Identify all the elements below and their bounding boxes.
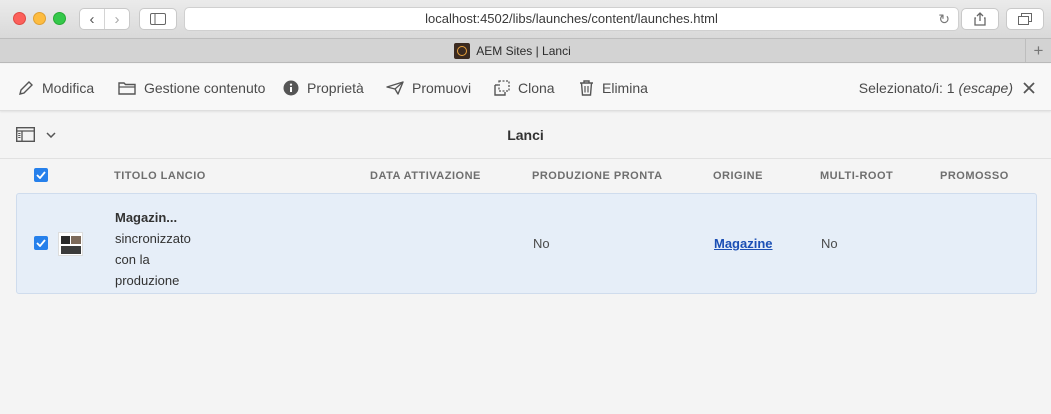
edit-label: Modifica (42, 79, 95, 96)
close-icon[interactable] (1023, 81, 1035, 94)
select-all-checkbox[interactable] (34, 168, 48, 182)
chevron-right-icon: › (114, 10, 120, 28)
launch-subtitle-line-1: sincronizzato (115, 231, 191, 246)
column-header-production-ready[interactable]: PRODUZIONE PRONTA (532, 170, 663, 182)
send-icon (386, 80, 404, 95)
origin-link[interactable]: Magazine (714, 236, 773, 251)
action-bar: Modifica Gestione contenuto Proprietà Pr… (0, 64, 1051, 111)
row-checkbox[interactable] (34, 236, 48, 250)
trash-icon (580, 79, 593, 96)
column-header-multi-root[interactable]: MULTI-ROOT (820, 170, 893, 182)
nav-buttons: ‹ › (79, 8, 130, 30)
share-button[interactable] (961, 8, 999, 30)
column-header-activation-date[interactable]: DATA ATTIVAZIONE (370, 170, 481, 182)
launch-subtitle-line-2: con la (115, 252, 150, 267)
minimize-window-button[interactable] (33, 12, 46, 25)
tabs-overview-button[interactable] (1006, 8, 1044, 30)
manage-content-label: Gestione contenuto (144, 79, 266, 96)
checkmark-icon (36, 239, 46, 247)
tab-strip: AEM Sites | Lanci + (0, 38, 1051, 63)
sidebar-icon (150, 13, 166, 25)
manage-content-button[interactable]: Gestione contenuto (118, 64, 265, 111)
delete-label: Elimina (602, 79, 648, 96)
column-header-title[interactable]: TITOLO LANCIO (114, 170, 206, 182)
escape-hint: (escape) (958, 79, 1013, 96)
close-window-button[interactable] (13, 12, 26, 25)
selection-status: Selezionato/i: 1 (escape) (859, 64, 1035, 111)
page-title: Lanci (507, 127, 544, 143)
clone-icon (494, 79, 510, 96)
launch-title-cell: Magazin... sincronizzato con la produzio… (115, 207, 191, 291)
chevron-left-icon: ‹ (89, 10, 95, 28)
multi-root-cell: No (821, 236, 838, 251)
share-icon (974, 12, 986, 26)
checkmark-icon (36, 171, 46, 179)
forward-button[interactable]: › (104, 9, 129, 29)
new-tab-button[interactable]: + (1025, 39, 1051, 62)
pencil-icon (19, 80, 33, 95)
back-button[interactable]: ‹ (80, 9, 104, 29)
clone-label: Clona (518, 79, 555, 96)
title-bar: Lanci (0, 111, 1051, 159)
clone-button[interactable]: Clona (494, 64, 555, 111)
tab-title: AEM Sites | Lanci (476, 43, 571, 58)
production-ready-cell: No (533, 236, 550, 251)
properties-button[interactable]: Proprietà (283, 64, 364, 111)
aem-favicon-icon (454, 42, 471, 59)
tabs-icon (1018, 13, 1032, 25)
launch-thumbnail (58, 232, 83, 256)
folder-icon (118, 81, 136, 95)
selection-count: Selezionato/i: 1 (858, 79, 955, 96)
table-header: TITOLO LANCIO DATA ATTIVAZIONE PRODUZION… (0, 160, 1051, 192)
edit-button[interactable]: Modifica (18, 64, 94, 111)
url-text: localhost:4502/libs/launches/content/lau… (425, 11, 718, 26)
delete-button[interactable]: Elimina (579, 64, 648, 111)
column-header-promoted[interactable]: PROMOSSO (940, 170, 1009, 182)
launch-title: Magazin... (115, 210, 178, 225)
launch-subtitle-line-3: produzione (115, 273, 180, 288)
table-row[interactable]: Magazin... sincronizzato con la produzio… (16, 193, 1037, 294)
column-header-origin[interactable]: ORIGINE (713, 170, 763, 182)
plus-icon: + (1033, 40, 1044, 60)
zoom-window-button[interactable] (53, 12, 66, 25)
info-icon (283, 80, 299, 95)
tab-aem-sites[interactable]: AEM Sites | Lanci (0, 39, 1025, 62)
origin-cell: Magazine (714, 194, 773, 293)
sidebar-toggle-button[interactable] (139, 8, 177, 30)
properties-label: Proprietà (307, 79, 364, 96)
reload-icon[interactable]: ↻ (938, 8, 950, 30)
browser-toolbar: ‹ › localhost:4502/libs/launches/content… (0, 0, 1051, 38)
address-bar[interactable]: localhost:4502/libs/launches/content/lau… (184, 7, 959, 31)
promote-button[interactable]: Promuovi (386, 64, 471, 111)
promote-label: Promuovi (412, 79, 472, 96)
